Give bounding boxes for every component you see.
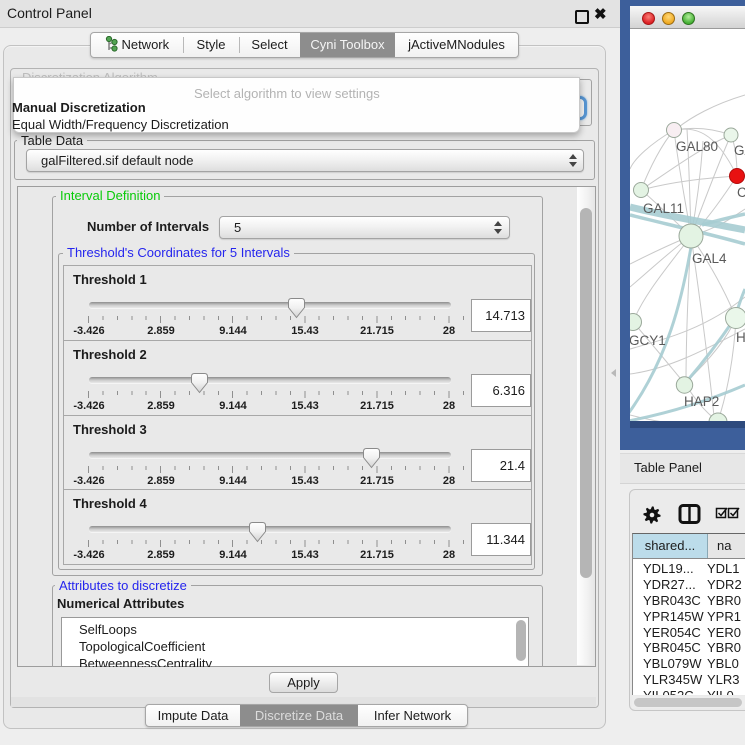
svg-text:H: H [736, 330, 745, 345]
svg-text:GAL11: GAL11 [643, 201, 684, 216]
svg-text:GA: GA [734, 143, 745, 158]
svg-text:HAP2: HAP2 [684, 394, 719, 409]
svg-text:GAL4: GAL4 [692, 251, 727, 266]
svg-text:C: C [737, 185, 745, 200]
svg-text:GCY1: GCY1 [630, 333, 666, 348]
svg-text:GAL80: GAL80 [676, 139, 718, 154]
